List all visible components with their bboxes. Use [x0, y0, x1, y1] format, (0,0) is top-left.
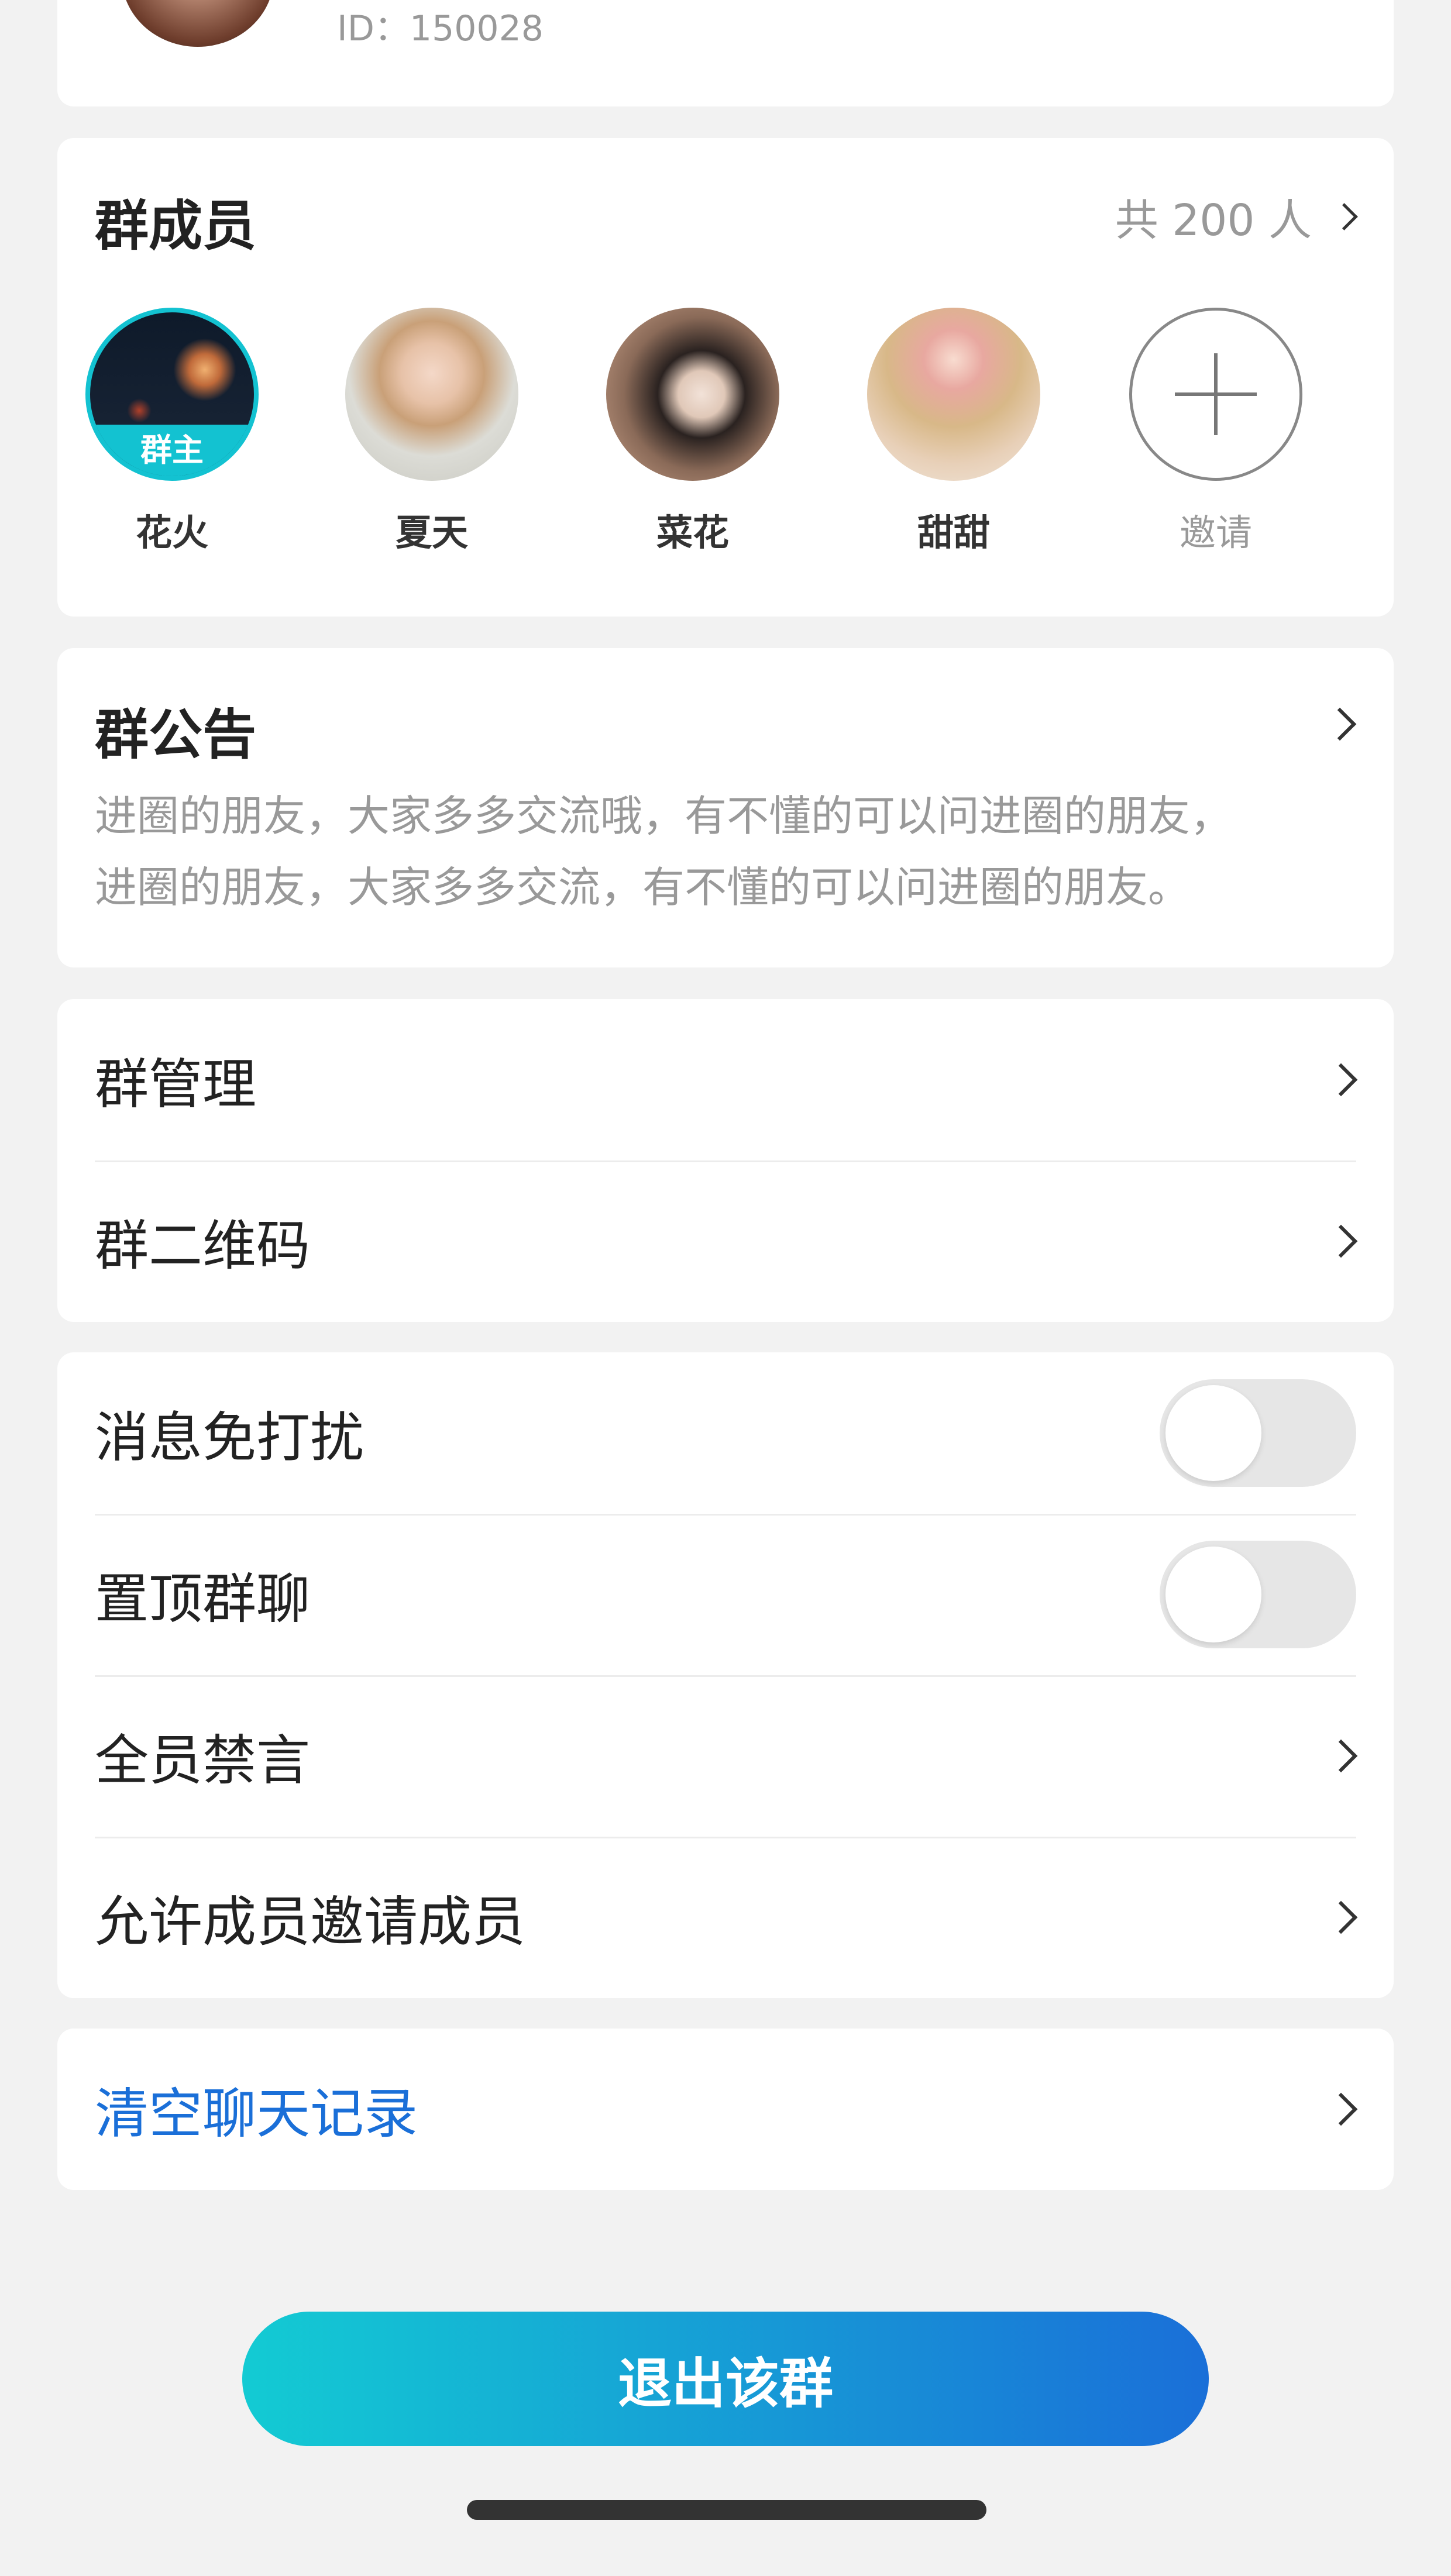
plus-icon [1129, 308, 1302, 481]
member-name: 花火 [135, 511, 208, 554]
mute-all-label: 全员禁言 [95, 1729, 311, 1792]
members-title: 群成员 [95, 195, 257, 257]
avatar [867, 308, 1040, 481]
mute-notifications-label: 消息免打扰 [95, 1406, 365, 1469]
chevron-right-icon [1324, 1739, 1358, 1773]
allow-invite-row[interactable]: 允许成员邀请成员 [95, 1837, 1358, 1998]
announcement-card[interactable]: 群公告 进圈的朋友，大家多多交流哦，有不懂的可以问进圈的朋友， 进圈的朋友，大家… [57, 648, 1394, 967]
member-name: 菜花 [656, 511, 729, 554]
group-manage-label: 群管理 [95, 1053, 257, 1116]
chevron-right-icon [1330, 203, 1358, 230]
chevron-right-icon [1324, 1900, 1358, 1934]
clear-history-card[interactable]: 清空聊天记录 [57, 2029, 1394, 2190]
announcement-line-2: 进圈的朋友，大家多多交流，有不懂的可以问进圈的朋友。 [95, 863, 1191, 912]
announcement-title: 群公告 [95, 704, 257, 766]
chevron-right-icon [1324, 2092, 1358, 2126]
pin-chat-row: 置顶群聊 [95, 1514, 1356, 1675]
member-item-1[interactable]: 群主 花火 [84, 308, 260, 556]
member-item-3[interactable]: 菜花 [605, 308, 780, 556]
announcement-line-1: 进圈的朋友，大家多多交流哦，有不懂的可以问进圈的朋友， [95, 791, 1233, 841]
pin-chat-label: 置顶群聊 [95, 1568, 311, 1631]
avatar [606, 308, 779, 481]
toggle-knob [1165, 1385, 1261, 1481]
group-id-text: ID：150028 [337, 8, 544, 49]
chevron-right-icon [1324, 1224, 1358, 1258]
mute-notifications-row: 消息免打扰 [95, 1352, 1356, 1514]
member-item-2[interactable]: 夏天 [344, 308, 520, 556]
chevron-right-icon [1324, 1063, 1358, 1097]
group-avatar [122, 0, 274, 47]
quit-group-button[interactable]: 退出该群 [242, 2312, 1209, 2446]
owner-badge: 群主 [90, 425, 254, 476]
avatar [345, 308, 518, 481]
toggle-knob [1165, 1547, 1261, 1642]
clear-history-label: 清空聊天记录 [95, 2082, 418, 2145]
mute-notifications-toggle[interactable] [1160, 1379, 1356, 1487]
group-qr-label: 群二维码 [95, 1214, 311, 1277]
manage-card: 群管理 群二维码 [57, 999, 1394, 1322]
settings-card: 消息免打扰 置顶群聊 全员禁言 允许成员邀请成员 [57, 1352, 1394, 1998]
group-profile-card: ID：150028 [57, 0, 1394, 106]
invite-member-button[interactable]: 邀请 [1128, 308, 1304, 556]
group-qr-row[interactable]: 群二维码 [95, 1160, 1358, 1322]
member-name: 甜甜 [917, 511, 990, 554]
mute-all-row[interactable]: 全员禁言 [95, 1675, 1358, 1837]
quit-group-label: 退出该群 [617, 2352, 833, 2415]
pin-chat-toggle[interactable] [1160, 1541, 1356, 1648]
avatar: 群主 [85, 308, 259, 481]
clear-history-row[interactable]: 清空聊天记录 [95, 2029, 1358, 2190]
chevron-right-icon [1323, 707, 1357, 741]
member-count-text: 共 200 人 [1115, 195, 1312, 246]
group-members-card: 群成员 共 200 人 群主 花火 夏天 菜花 甜甜 邀请 [57, 138, 1394, 617]
member-count-link[interactable]: 共 200 人 [1115, 187, 1359, 246]
member-name: 夏天 [395, 511, 468, 554]
group-manage-row[interactable]: 群管理 [95, 999, 1358, 1160]
home-indicator[interactable] [467, 2500, 986, 2520]
invite-label: 邀请 [1179, 511, 1252, 554]
member-item-4[interactable]: 甜甜 [866, 308, 1041, 556]
allow-invite-label: 允许成员邀请成员 [95, 1890, 526, 1954]
